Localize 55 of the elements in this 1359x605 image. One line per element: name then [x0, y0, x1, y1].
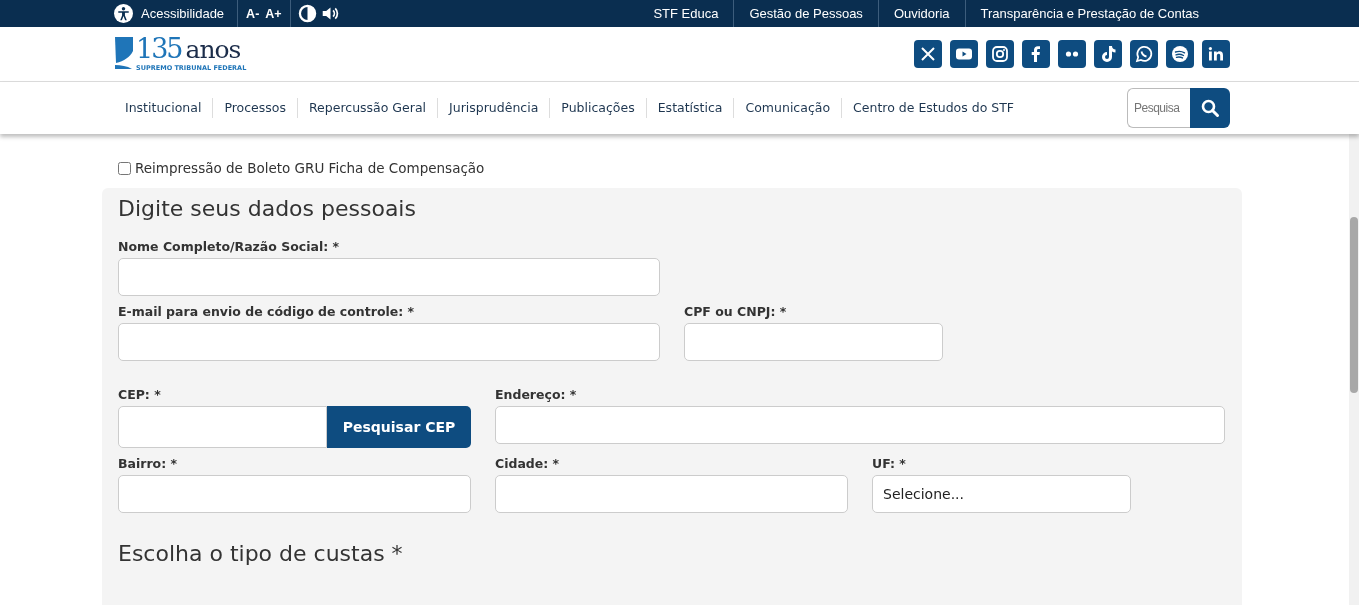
- search-icon: [1200, 98, 1220, 118]
- input-field[interactable]: [684, 323, 943, 361]
- field-label: Bairro: *: [118, 456, 179, 471]
- whatsapp-icon[interactable]: [1130, 40, 1158, 68]
- linkedin-icon[interactable]: [1202, 40, 1230, 68]
- logo-word: anos: [185, 37, 241, 62]
- tiktok-icon[interactable]: [1094, 40, 1122, 68]
- search-button[interactable]: [1190, 88, 1230, 128]
- youtube-icon[interactable]: [950, 40, 978, 68]
- top-link[interactable]: STF Educa: [638, 0, 734, 27]
- field-label: E-mail para envio de código de controle: *: [118, 304, 416, 319]
- speaker-icon[interactable]: [320, 4, 340, 23]
- logo-number: 135: [136, 36, 182, 61]
- nav-link[interactable]: Processos: [212, 98, 297, 118]
- section-title: Escolha o tipo de custas *: [118, 541, 404, 566]
- input-field[interactable]: [118, 258, 660, 296]
- font-size-button[interactable]: A-: [243, 6, 263, 21]
- checkbox[interactable]: [118, 161, 131, 175]
- input-field[interactable]: [118, 475, 471, 513]
- top-link[interactable]: Ouvidoria: [877, 0, 965, 27]
- input-field[interactable]: [495, 475, 848, 513]
- field-label: CEP: *: [118, 387, 162, 402]
- nav-link[interactable]: Estatística: [645, 98, 734, 118]
- accessibility-icon: [114, 4, 133, 23]
- checkbox-label: Reimpressão de Boleto GRU Ficha de Compensação: [135, 160, 485, 176]
- field-label: Nome Completo/Razão Social: *: [118, 239, 341, 254]
- accessibility-link[interactable]: Acessibilidade: [114, 4, 233, 23]
- top-link[interactable]: Gestão de Pessoas: [733, 0, 878, 27]
- field-label: CPF ou CNPJ: *: [684, 304, 788, 319]
- contrast-icon[interactable]: [297, 4, 317, 23]
- spotify-icon[interactable]: [1166, 40, 1194, 68]
- x-icon[interactable]: [914, 40, 942, 68]
- nav-link[interactable]: Comunicação: [733, 98, 842, 118]
- input-field[interactable]: [118, 323, 660, 361]
- scrollbar[interactable]: [1349, 133, 1359, 605]
- form-title: Digite seus dados pessoais: [118, 196, 417, 221]
- search-field[interactable]: Pesquisa: [1127, 88, 1190, 128]
- nav-link[interactable]: Publicações: [549, 98, 646, 118]
- nav-link[interactable]: Institucional: [114, 98, 213, 118]
- facebook-icon[interactable]: [1022, 40, 1050, 68]
- search-cep-button[interactable]: Pesquisar CEP: [327, 406, 471, 448]
- field-label: Endereço: *: [495, 387, 578, 402]
- field-label: Cidade: *: [495, 456, 561, 471]
- logo-icon: [114, 36, 134, 70]
- select-field[interactable]: Selecione...: [872, 475, 1131, 513]
- input-field[interactable]: [118, 406, 327, 448]
- nav-link[interactable]: Jurisprudência: [437, 98, 550, 118]
- flickr-icon[interactable]: [1058, 40, 1086, 68]
- field-label: UF: *: [872, 456, 907, 471]
- nav-link[interactable]: Repercussão Geral: [296, 98, 438, 118]
- instagram-icon[interactable]: [986, 40, 1014, 68]
- nav-link[interactable]: Centro de Estudos do STF: [841, 98, 1026, 118]
- top-link[interactable]: Transparência e Prestação de Contas: [964, 0, 1214, 27]
- font-size-button[interactable]: A+: [262, 6, 285, 21]
- input-field[interactable]: [495, 406, 1225, 444]
